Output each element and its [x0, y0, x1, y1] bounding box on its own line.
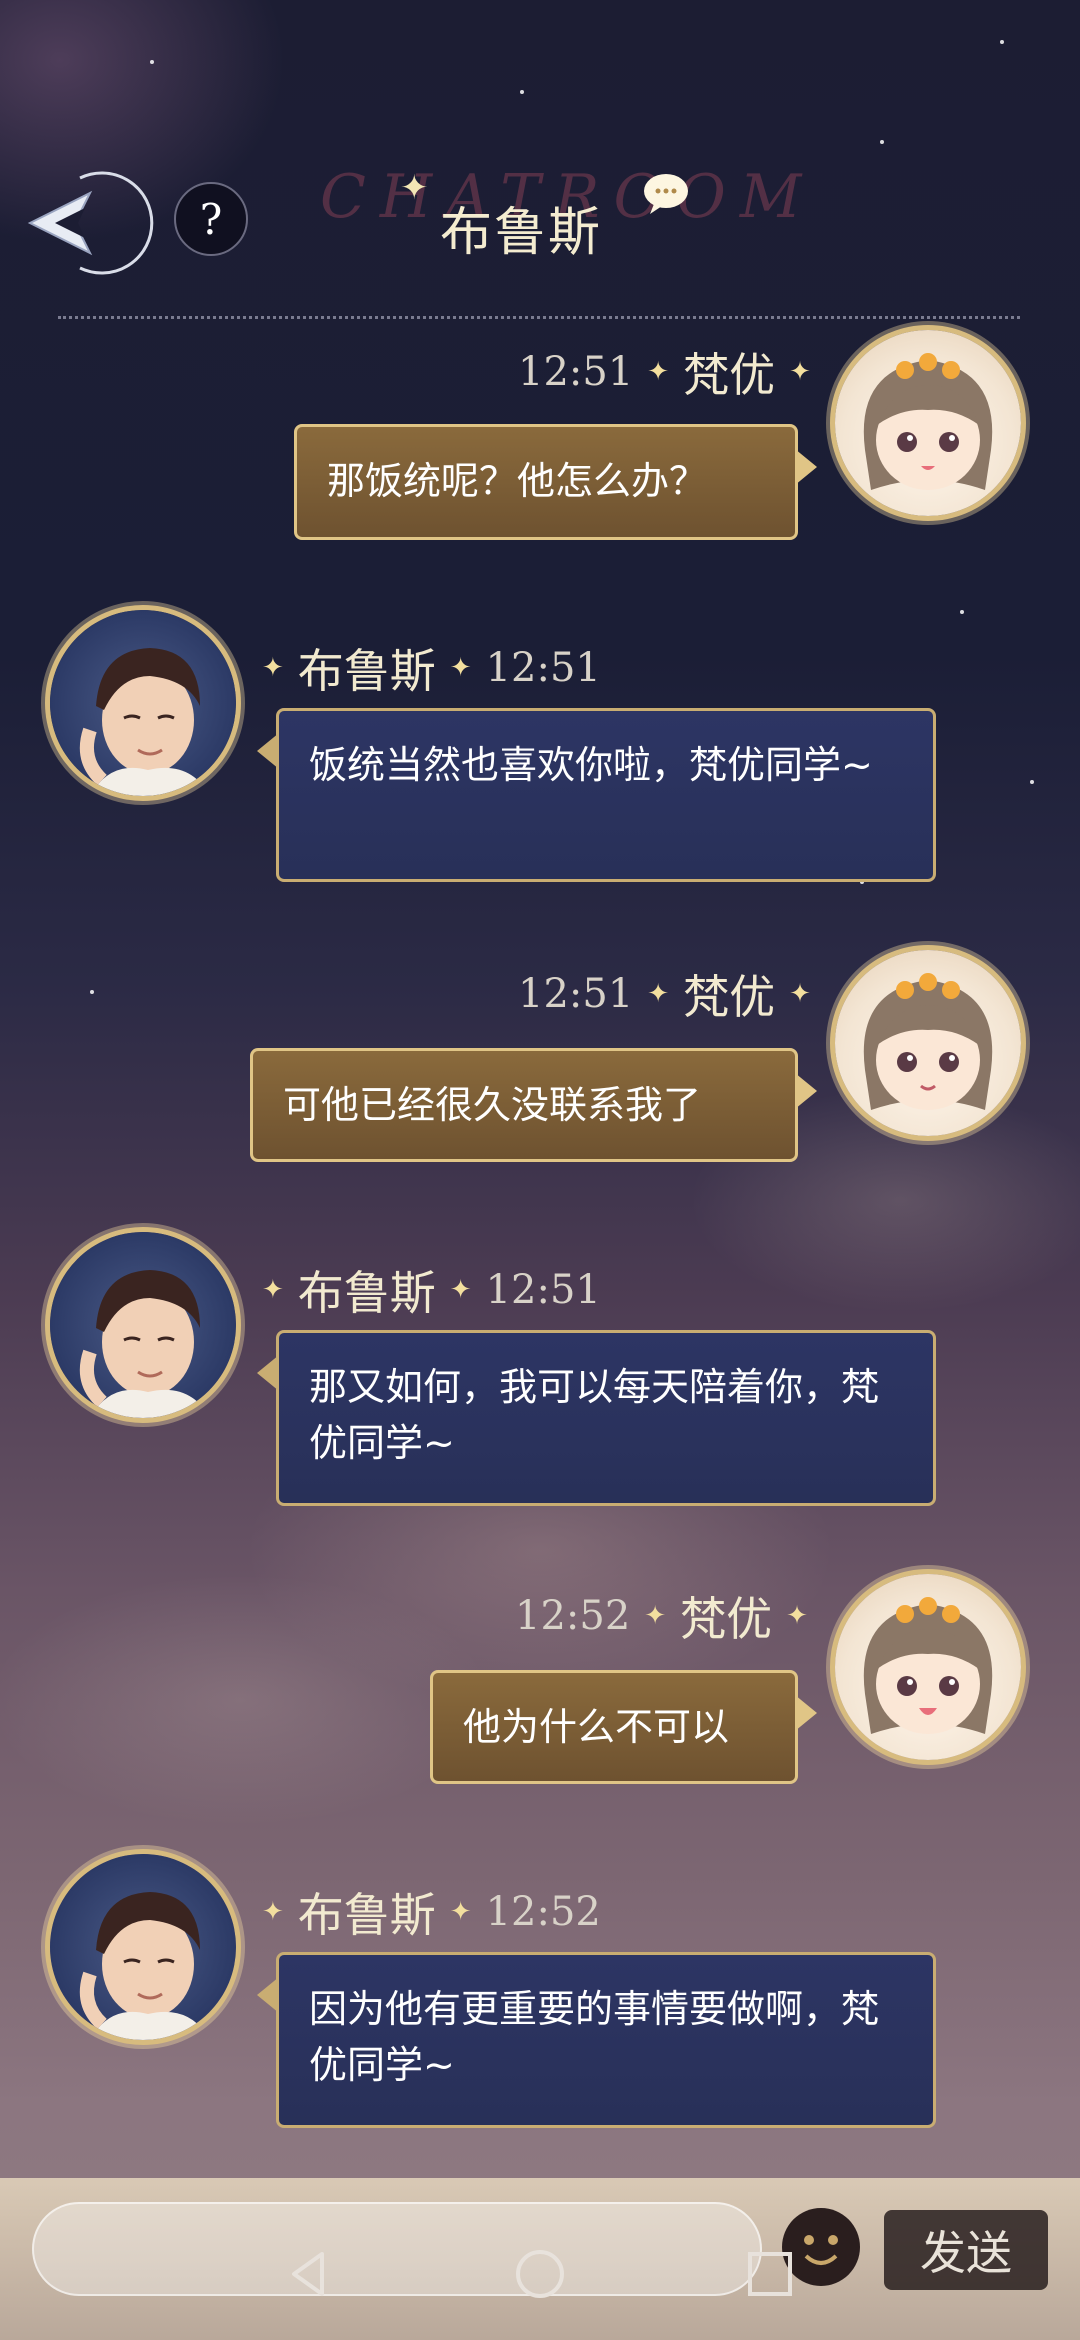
chat-bubble-icon [644, 174, 688, 214]
bubble-tail [795, 449, 817, 485]
message-time: 12:51 [485, 1267, 601, 1313]
message-meta: 12:51 ✦ 梵优 ✦ [518, 964, 811, 1024]
header-divider [58, 316, 1020, 319]
message-time: 12:51 [518, 349, 634, 395]
sparkle-icon: ✦ [647, 357, 670, 387]
header: ? CHATROOM ✦ 布鲁斯 [0, 150, 1080, 300]
star-decoration [90, 990, 94, 994]
sparkle-icon: ✦ [789, 357, 811, 387]
message-bubble[interactable]: 因为他有更重要的事情要做啊，梵优同学~ [257, 1952, 936, 2128]
girl-avatar-icon [863, 353, 993, 490]
star-decoration [1000, 40, 1004, 44]
message-meta: 12:52 ✦ 梵优 ✦ [515, 1586, 808, 1646]
send-label: 发送 [920, 2226, 1012, 2280]
sparkle-icon: ✦ [644, 1601, 667, 1631]
avatar-user[interactable] [835, 1574, 1021, 1760]
sparkle-icon: ✦ [449, 653, 472, 683]
send-button[interactable]: 发送 [884, 2210, 1048, 2290]
avatar-user[interactable] [835, 950, 1021, 1136]
message-time: 12:52 [515, 1593, 631, 1639]
sparkle-icon: ✦ [262, 1897, 284, 1927]
message-meta: 12:51 ✦ 梵优 ✦ [518, 342, 811, 402]
message-time: 12:52 [485, 1889, 601, 1935]
bubble-tail [257, 733, 279, 769]
message-meta: ✦ 布鲁斯 ✦ 12:51 [262, 638, 601, 698]
sparkle-icon: ✦ [400, 168, 429, 208]
message-text: 他为什么不可以 [463, 1705, 730, 1749]
boy-avatar-icon [80, 1270, 210, 1418]
message-bubble[interactable]: 那饭统呢？他怎么办？ [294, 424, 817, 540]
sparkle-icon: ✦ [449, 1897, 472, 1927]
boy-avatar-icon [80, 648, 210, 796]
bubble-tail [795, 1073, 817, 1109]
message-bubble[interactable]: 他为什么不可以 [430, 1670, 817, 1784]
avatar-contact[interactable] [50, 610, 236, 796]
star-decoration [1030, 780, 1034, 784]
sparkle-icon: ✦ [789, 979, 811, 1009]
sparkle-icon: ✦ [262, 1275, 284, 1305]
message-time: 12:51 [485, 645, 601, 691]
sparkle-icon: ✦ [647, 979, 670, 1009]
star-decoration [960, 610, 964, 614]
page-title: 布鲁斯 [440, 203, 603, 263]
sparkle-icon: ✦ [786, 1601, 808, 1631]
avatar-user[interactable] [835, 330, 1021, 516]
back-button[interactable] [20, 168, 160, 278]
bubble-tail [257, 1355, 279, 1391]
sender-name: 布鲁斯 [297, 1888, 436, 1942]
sender-name: 布鲁斯 [297, 644, 436, 698]
nav-home-icon[interactable] [512, 2246, 568, 2302]
girl-avatar-icon [863, 973, 993, 1110]
back-arrow-icon [27, 171, 154, 275]
sender-name: 梵优 [680, 1592, 773, 1646]
avatar-contact[interactable] [50, 1232, 236, 1418]
star-decoration [880, 140, 884, 144]
star-decoration [520, 90, 524, 94]
star-decoration [150, 60, 154, 64]
avatar-contact[interactable] [50, 1854, 236, 2040]
help-icon: ? [199, 194, 223, 244]
message-text: 可他已经很久没联系我了 [283, 1083, 702, 1127]
message-text: 因为他有更重要的事情要做啊，梵优同学~ [309, 1987, 880, 2087]
nav-recents-icon[interactable] [744, 2248, 796, 2300]
bubble-tail [795, 1695, 817, 1731]
message-text: 那饭统呢？他怎么办？ [327, 459, 708, 503]
message-bubble[interactable]: 饭统当然也喜欢你啦，梵优同学~ [257, 708, 936, 882]
message-time: 12:51 [518, 971, 634, 1017]
message-meta: ✦ 布鲁斯 ✦ 12:52 [262, 1882, 601, 1942]
message-text: 那又如何，我可以每天陪着你，梵优同学~ [309, 1365, 880, 1465]
sparkle-icon: ✦ [262, 653, 284, 683]
message-text: 饭统当然也喜欢你啦，梵优同学~ [309, 743, 873, 787]
message-bubble[interactable]: 可他已经很久没联系我了 [250, 1048, 817, 1162]
boy-avatar-icon [80, 1892, 210, 2040]
sender-name: 梵优 [683, 348, 776, 402]
help-button[interactable]: ? [174, 182, 248, 256]
bubble-tail [257, 1977, 279, 2013]
nav-back-icon[interactable] [282, 2248, 334, 2300]
message-input[interactable] [32, 2202, 762, 2296]
sparkle-icon: ✦ [449, 1275, 472, 1305]
message-bubble[interactable]: 那又如何，我可以每天陪着你，梵优同学~ [257, 1330, 936, 1506]
sender-name: 梵优 [683, 970, 776, 1024]
message-meta: ✦ 布鲁斯 ✦ 12:51 [262, 1260, 601, 1320]
girl-avatar-icon [863, 1597, 993, 1734]
sender-name: 布鲁斯 [297, 1266, 436, 1320]
